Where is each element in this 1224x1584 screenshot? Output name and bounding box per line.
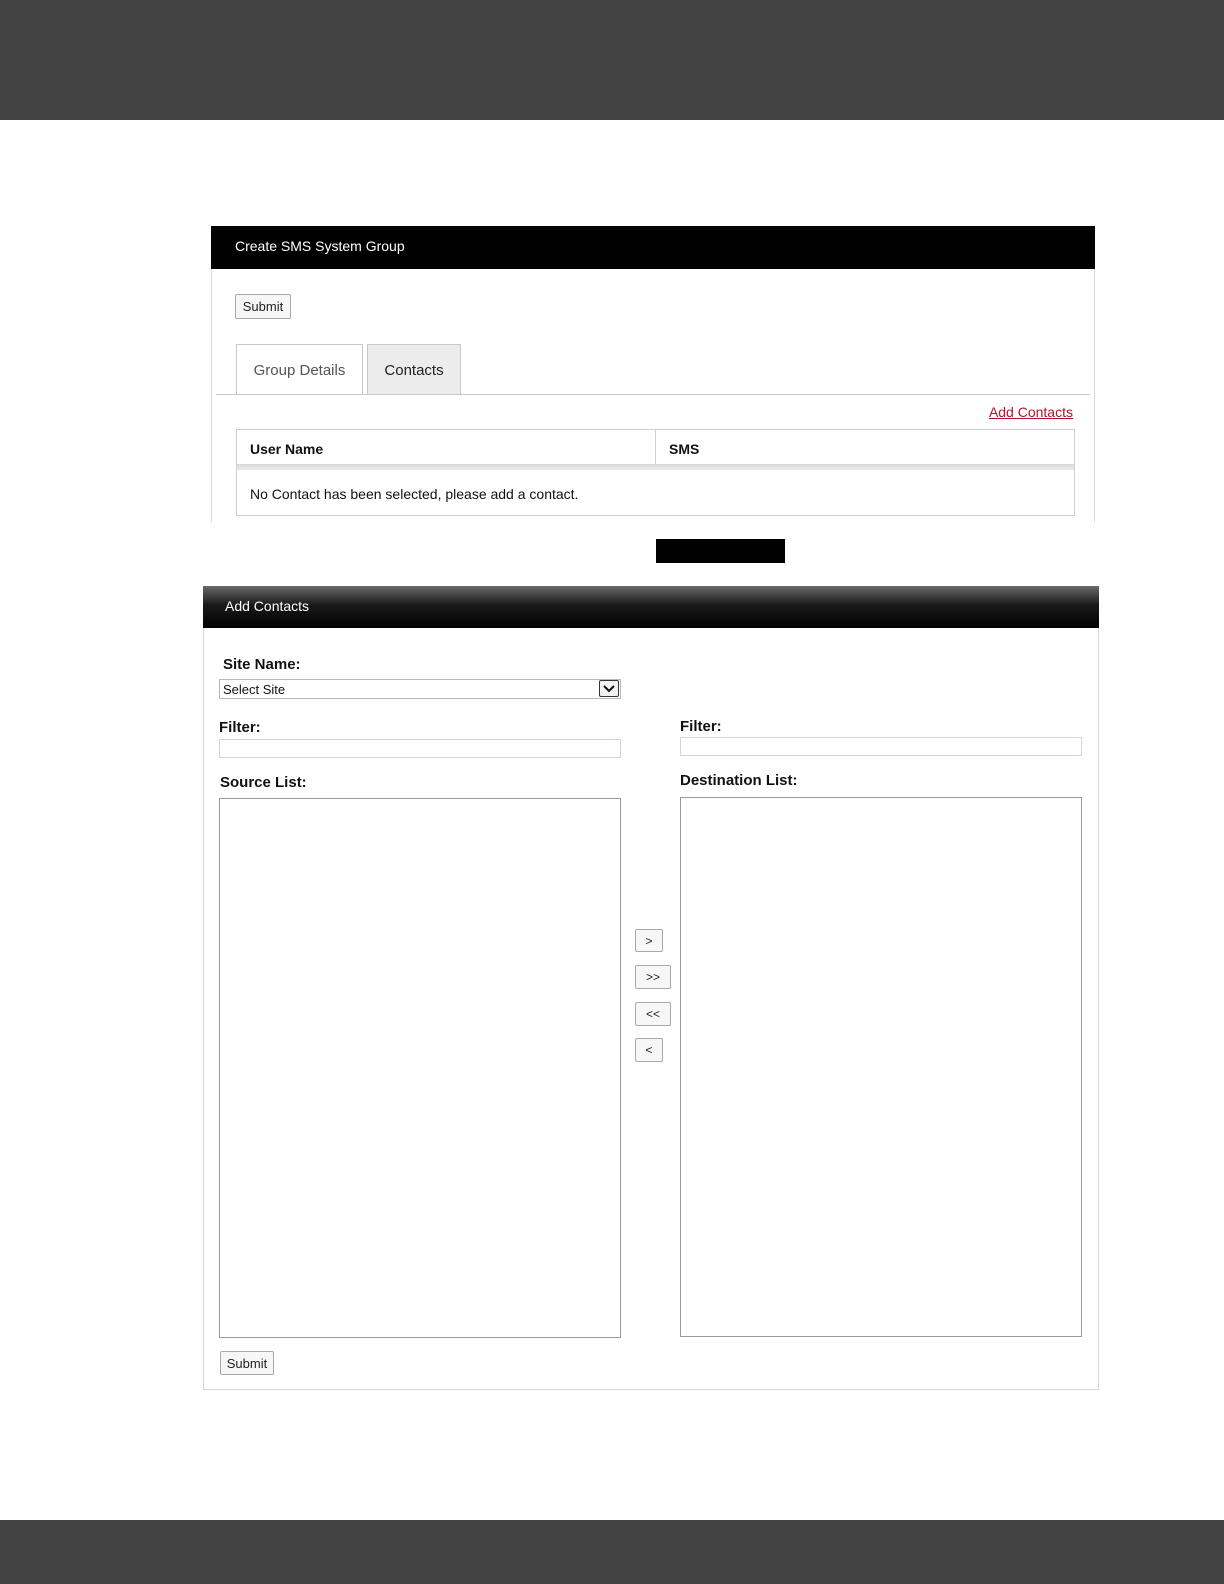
submit-button[interactable]: Submit xyxy=(220,1351,274,1375)
site-select-value: Select Site xyxy=(223,682,286,697)
destination-filter-input[interactable] xyxy=(680,737,1082,756)
site-select[interactable]: Select Site xyxy=(219,679,621,699)
move-selected-right-button[interactable]: > xyxy=(635,929,663,952)
create-group-panel: Create SMS System Group Submit Group Det… xyxy=(211,226,1095,522)
column-header-sms: SMS xyxy=(669,441,700,457)
site-name-label: Site Name: xyxy=(223,656,301,673)
source-filter-input[interactable] xyxy=(219,739,621,758)
move-all-right-button[interactable]: >> xyxy=(635,965,671,989)
destination-list-label: Destination List: xyxy=(680,772,798,789)
contacts-table: User Name SMS No Contact has been select… xyxy=(236,429,1075,516)
destination-list[interactable] xyxy=(680,797,1082,1337)
add-contacts-link[interactable]: Add Contacts xyxy=(989,404,1073,420)
destination-filter-label: Filter: xyxy=(680,718,722,735)
tab-group-details[interactable]: Group Details xyxy=(236,344,363,395)
top-frame-band xyxy=(0,0,1224,120)
source-list[interactable] xyxy=(219,798,621,1338)
add-contacts-panel: Add Contacts Site Name: Select Site Filt… xyxy=(203,586,1099,1390)
create-group-header: Create SMS System Group xyxy=(211,226,1095,269)
source-list-label: Source List: xyxy=(220,774,307,791)
tab-divider xyxy=(216,394,1090,395)
submit-button[interactable]: Submit xyxy=(235,294,291,319)
move-selected-left-button[interactable]: < xyxy=(635,1038,663,1062)
move-all-left-button[interactable]: << xyxy=(635,1002,671,1026)
redaction-block xyxy=(656,539,785,563)
column-header-user-name: User Name xyxy=(237,430,656,464)
tab-contacts[interactable]: Contacts xyxy=(367,344,461,395)
add-contacts-header: Add Contacts xyxy=(203,586,1099,628)
empty-table-message: No Contact has been selected, please add… xyxy=(250,486,579,502)
chevron-down-icon[interactable] xyxy=(599,680,619,697)
source-filter-label: Filter: xyxy=(219,719,261,736)
bottom-frame-band xyxy=(0,1520,1224,1584)
